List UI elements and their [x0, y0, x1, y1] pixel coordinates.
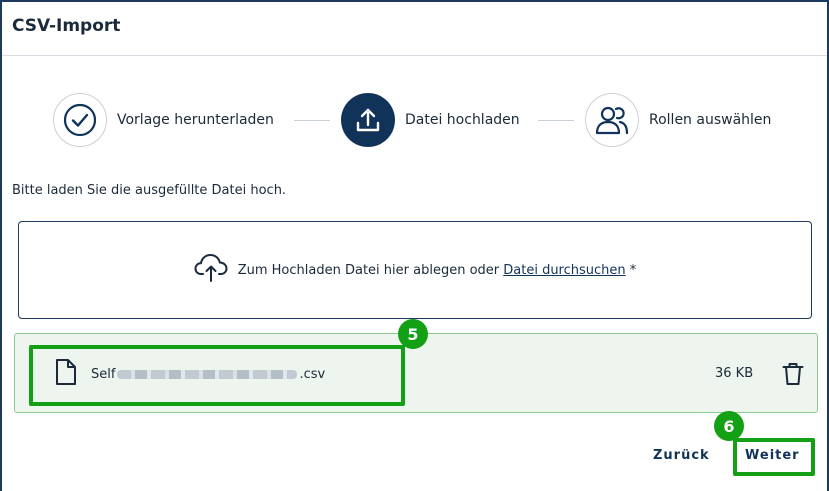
- cloud-upload-icon: [194, 253, 228, 288]
- required-marker: *: [625, 262, 637, 278]
- step-label: Datei hochladen: [405, 112, 520, 128]
- upload-icon: [341, 93, 395, 147]
- step-connector: [538, 120, 574, 121]
- step-rollen-auswaehlen: Rollen auswählen: [585, 93, 771, 147]
- next-button[interactable]: Weiter: [745, 448, 800, 463]
- step-label: Rollen auswählen: [649, 112, 772, 128]
- step-vorlage-herunterladen: Vorlage herunterladen: [53, 93, 274, 147]
- browse-file-link[interactable]: Datei durchsuchen: [503, 263, 625, 278]
- dropzone-instruction: Zum Hochladen Datei hier ablegen oder: [237, 262, 504, 278]
- dropzone-text: Zum Hochladen Datei hier ablegen oder Da…: [238, 263, 637, 278]
- annotation-badge-6: 6: [714, 411, 744, 441]
- trash-icon[interactable]: [779, 360, 807, 388]
- back-button[interactable]: Zurück: [653, 448, 710, 463]
- file-dropzone[interactable]: Zum Hochladen Datei hier ablegen oder Da…: [18, 221, 812, 319]
- dialog-title: CSV-Import: [12, 16, 121, 36]
- title-divider: [2, 55, 827, 56]
- file-size: 36 KB: [715, 366, 754, 381]
- annotation-badge-5: 5: [398, 319, 428, 349]
- csv-import-dialog: CSV-Import Vorlage herunterladen Datei h…: [0, 0, 829, 491]
- upload-instruction: Bitte laden Sie die ausgefüllte Datei ho…: [12, 183, 287, 198]
- highlight-file-box: [29, 345, 405, 406]
- users-icon: [585, 93, 639, 147]
- step-datei-hochladen: Datei hochladen: [341, 93, 520, 147]
- step-label: Vorlage herunterladen: [117, 112, 274, 128]
- check-circle-icon: [53, 93, 107, 147]
- step-connector: [294, 120, 330, 121]
